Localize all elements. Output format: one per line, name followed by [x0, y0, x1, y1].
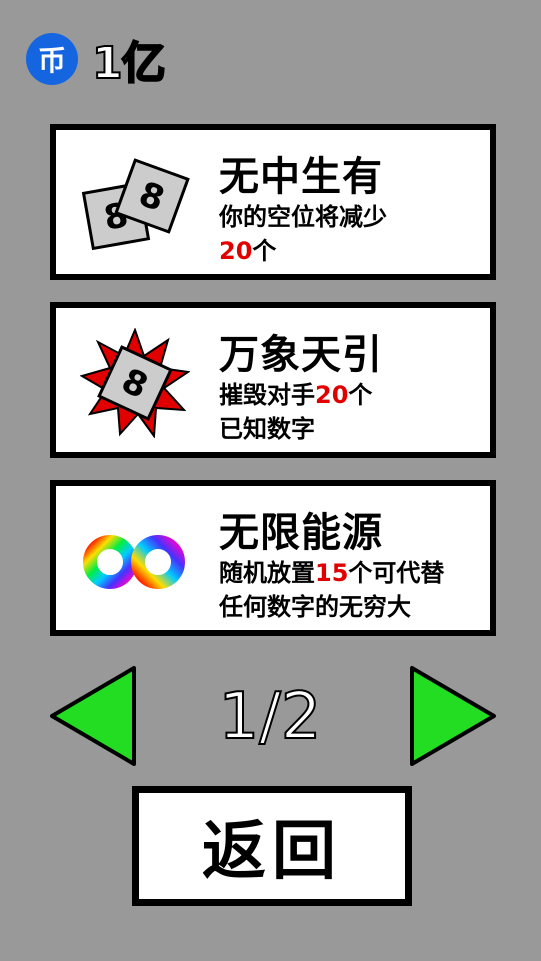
desc-text: 随机放置 — [219, 559, 315, 587]
rainbow-infinity-icon — [83, 535, 185, 589]
desc-number: 20 — [315, 381, 349, 409]
desc-text: 个 — [348, 381, 373, 409]
desc-line: 摧毁对手20个 — [219, 378, 372, 412]
card-description: 你的空位将减少 20个 — [219, 200, 387, 268]
desc-text: 摧毁对手 — [219, 381, 315, 409]
desc-line: 任何数字的无穷大 — [219, 593, 411, 621]
desc-text: 个 — [252, 237, 277, 265]
coin-amount: 1亿 — [91, 37, 167, 90]
desc-text: 个可代替 — [348, 559, 445, 587]
item-card-wanxiangtianyin[interactable]: 8 万象天引 摧毁对手20个 已知数字 — [50, 302, 496, 458]
right-arrow-icon[interactable] — [408, 664, 498, 768]
desc-line: 20个 — [219, 234, 387, 268]
card-title: 万象天引 — [219, 332, 383, 378]
back-button[interactable]: 返回 — [132, 786, 412, 906]
desc-line: 已知数字 — [219, 415, 315, 443]
coin-balance: 币 1亿 — [26, 32, 167, 90]
card-description: 摧毁对手20个 已知数字 — [219, 378, 372, 446]
desc-number: 20 — [219, 237, 253, 265]
item-card-wuxiannengyuan[interactable]: 无限能源 随机放置15个可代替 任何数字的无穷大 — [50, 480, 496, 636]
two-dice-8-icon: 8 8 — [81, 158, 190, 251]
card-title: 无限能源 — [219, 510, 383, 556]
card-title: 无中生有 — [219, 154, 383, 200]
page-indicator: 1/2 — [218, 679, 323, 755]
left-arrow-icon[interactable] — [48, 664, 138, 768]
desc-line: 你的空位将减少 — [219, 203, 387, 231]
spiked-tile-8-icon: 8 — [80, 328, 190, 438]
desc-line: 随机放置15个可代替 — [219, 556, 444, 590]
card-description: 随机放置15个可代替 任何数字的无穷大 — [219, 556, 444, 624]
desc-number: 15 — [315, 559, 349, 587]
coin-icon: 币 — [26, 33, 78, 85]
item-card-wuzhongshengyou[interactable]: 8 8 无中生有 你的空位将减少 20个 — [50, 124, 496, 280]
